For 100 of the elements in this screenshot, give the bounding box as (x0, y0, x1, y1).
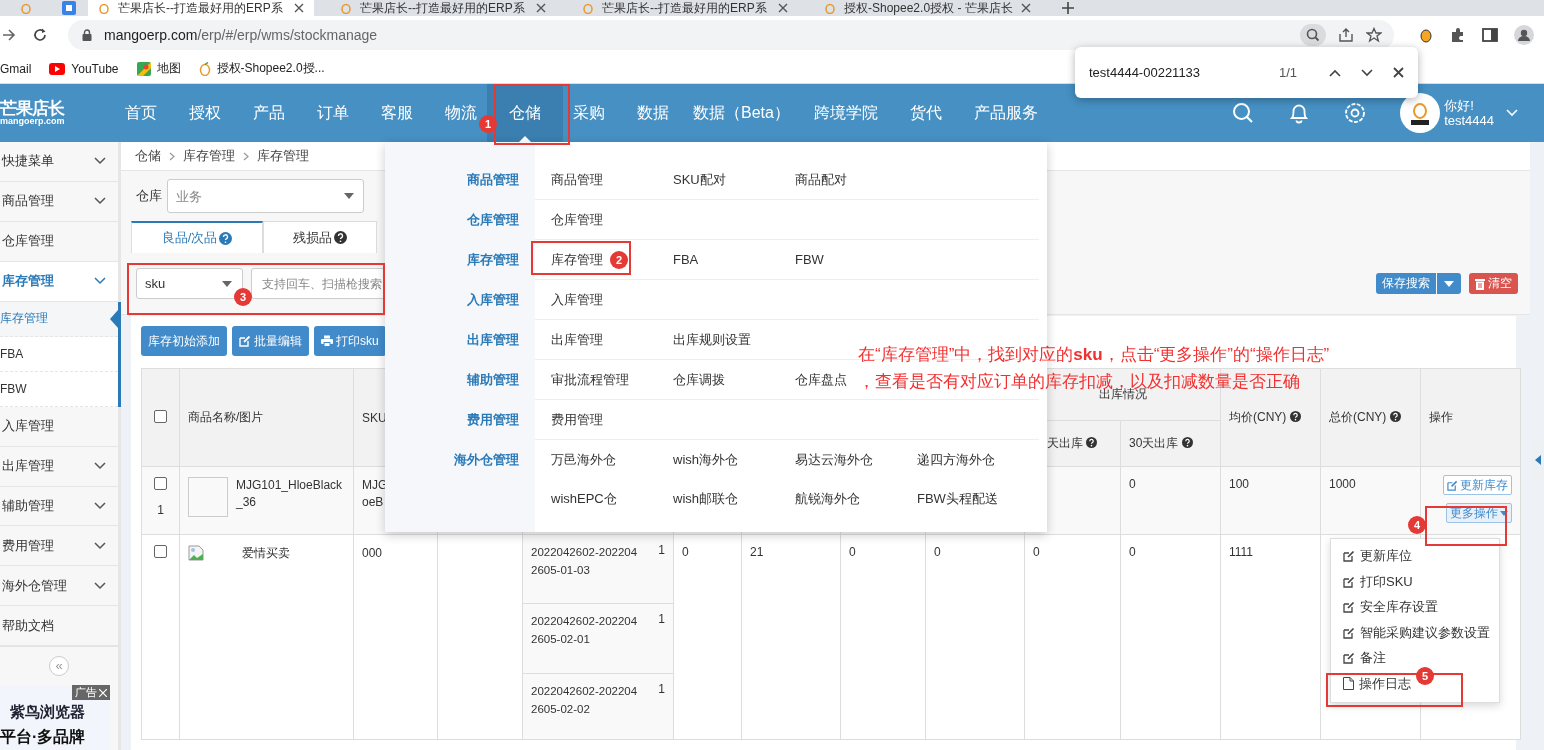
url-text: mangoerp.com/erp/#/erp/wms/stockmanage (104, 27, 378, 43)
sidebar-item[interactable]: 库存管理 (0, 261, 118, 302)
dropdown-button[interactable] (1437, 273, 1461, 294)
menu-item[interactable]: wishEPC仓 (551, 489, 617, 508)
table-cell: 0 (934, 545, 941, 559)
address-bar[interactable]: mangoerp.com/erp/#/erp/wms/stockmanage (68, 20, 1394, 50)
sidebar-item[interactable]: 仓库管理 (0, 221, 118, 262)
side-panel-icon[interactable] (1482, 28, 1498, 42)
update-stock-button[interactable]: 更新库存 (1443, 475, 1512, 495)
menu-item[interactable]: FBW (795, 252, 824, 267)
menu-item[interactable]: FBA (673, 252, 699, 267)
menu-section-title: 入库管理 (467, 290, 519, 309)
sidebar-subitem[interactable]: FBA (0, 336, 118, 372)
broken-image-icon (188, 545, 204, 561)
menu-item[interactable]: 商品管理 (551, 170, 603, 189)
puzzle-icon[interactable] (1450, 27, 1466, 43)
menu-item[interactable]: 递四方海外仓 (917, 450, 995, 469)
sidebar-item[interactable]: 辅助管理 (0, 486, 118, 527)
table-cell-text: MJG101_HloeBlack_36 (236, 477, 344, 511)
browser-tab[interactable]: 芒果店长--打造最好用的ERP系 (330, 0, 556, 16)
breadcrumb-item[interactable]: 库存管理 (183, 147, 235, 165)
bookmark[interactable]: YouTube (49, 61, 119, 76)
close-icon[interactable] (1393, 67, 1405, 78)
browser-tab[interactable]: 芒果店长--打造最好用的ERP系 (88, 0, 314, 16)
profile-icon[interactable] (1514, 25, 1534, 45)
sidebar-item[interactable]: 商品管理 (0, 181, 118, 222)
greeting: 你好! (1444, 98, 1475, 113)
close-icon[interactable] (778, 3, 788, 13)
browser-tab[interactable]: 芒果店长--打造最好用的ERP系 (572, 0, 798, 16)
menu-item[interactable]: 商品配对 (795, 170, 847, 189)
star-icon[interactable] (1366, 27, 1382, 43)
menu-item[interactable]: 安全库存设置 (1343, 595, 1438, 619)
menu-item[interactable]: 更新库位 (1343, 544, 1412, 568)
toolbar-button[interactable]: 批量编辑 (232, 326, 309, 356)
menu-item[interactable]: 库存管理 (551, 250, 603, 269)
toolbar-button[interactable]: 打印sku (314, 326, 386, 356)
mango-icon (198, 61, 211, 76)
close-icon[interactable] (1020, 3, 1031, 13)
bell-icon[interactable] (1288, 102, 1311, 124)
breadcrumb-item[interactable]: 仓储 (135, 147, 161, 165)
menu-item[interactable]: 审批流程管理 (551, 370, 629, 389)
lock-icon (82, 29, 92, 41)
menu-item[interactable]: 仓库盘点 (795, 370, 847, 389)
clear-button[interactable]: 清空 (1469, 273, 1518, 294)
sidebar-subitem[interactable]: FBW (0, 371, 118, 407)
chevron-right-icon (169, 151, 175, 161)
menu-item[interactable]: 打印SKU (1343, 569, 1413, 594)
tab[interactable]: 残损品 (263, 221, 377, 253)
bookmark[interactable]: 地图 (136, 60, 181, 77)
reload-icon[interactable] (32, 27, 48, 43)
sidebar-item[interactable]: 入库管理 (0, 406, 118, 447)
extension-icon[interactable] (1418, 27, 1434, 43)
sidebar-subitem[interactable]: 库存管理 (0, 301, 118, 337)
sidebar-item[interactable]: 帮助文档 (0, 606, 118, 647)
menu-item[interactable]: 操作日志 (1343, 671, 1411, 696)
menu-item[interactable]: 万邑海外仓 (551, 450, 616, 469)
browser-tab[interactable]: 授权-Shopee2.0授权 - 芒果店长 (814, 0, 1040, 16)
chevron-up-icon[interactable] (1329, 68, 1342, 77)
menu-item[interactable]: FBW头程配送 (917, 489, 998, 508)
settings-icon[interactable] (1344, 102, 1367, 124)
new-tab-icon[interactable] (1062, 2, 1074, 14)
menu-item[interactable]: 仓库调拨 (673, 370, 725, 389)
menu-item[interactable]: 出库规则设置 (673, 330, 751, 349)
menu-section-title: 出库管理 (467, 330, 519, 349)
menu-item[interactable]: 入库管理 (551, 290, 603, 309)
menu-item[interactable]: 易达云海外仓 (795, 450, 873, 469)
sidebar-item[interactable]: 费用管理 (0, 526, 118, 567)
search-icon[interactable] (1232, 102, 1255, 124)
menu-item[interactable]: 智能采购建议参数设置 (1343, 620, 1490, 645)
bookmark[interactable]: Gmail (0, 61, 32, 76)
menu-item[interactable]: wish海外仓 (673, 450, 738, 469)
sidebar-item[interactable]: 快捷菜单 (0, 142, 118, 182)
share-icon[interactable] (1338, 27, 1354, 43)
bookmark[interactable]: 授权-Shopee2.0授... (198, 60, 325, 77)
menu-section-title: 库存管理 (467, 250, 519, 269)
menu-item[interactable]: 费用管理 (551, 410, 603, 429)
forward-icon[interactable] (2, 28, 16, 42)
toolbar-button[interactable]: 库存初始添加 (141, 326, 227, 356)
close-icon[interactable] (536, 3, 546, 13)
chevron-down-icon[interactable] (1361, 68, 1374, 77)
sidebar-item[interactable]: 海外仓管理 (0, 566, 118, 607)
menu-item[interactable]: 航锐海外仓 (795, 489, 860, 508)
avatar[interactable] (1400, 93, 1441, 133)
checkbox[interactable] (154, 545, 167, 558)
table-cell: 000 (362, 546, 383, 560)
sidebar-item[interactable]: 出库管理 (0, 446, 118, 487)
breadcrumb-item[interactable]: 库存管理 (257, 147, 309, 165)
menu-item[interactable]: 备注 (1343, 646, 1386, 670)
ad-banner[interactable]: 广告 紫鸟浏览器 平台·多品牌 (0, 685, 110, 750)
menu-item[interactable]: SKU配对 (673, 170, 726, 189)
warehouse-select[interactable]: 业务 (167, 179, 364, 213)
checkbox[interactable] (154, 409, 167, 423)
tab[interactable]: 良品/次品 (131, 221, 263, 253)
menu-item[interactable]: 出库管理 (551, 330, 603, 349)
checkbox[interactable] (154, 477, 167, 490)
menu-item[interactable]: 仓库管理 (551, 210, 603, 229)
save-search-button[interactable]: 保存搜索 (1376, 273, 1436, 294)
zoom-icon[interactable] (1300, 24, 1326, 46)
table-cell-text: 1 (658, 682, 665, 698)
close-icon[interactable] (294, 3, 304, 13)
